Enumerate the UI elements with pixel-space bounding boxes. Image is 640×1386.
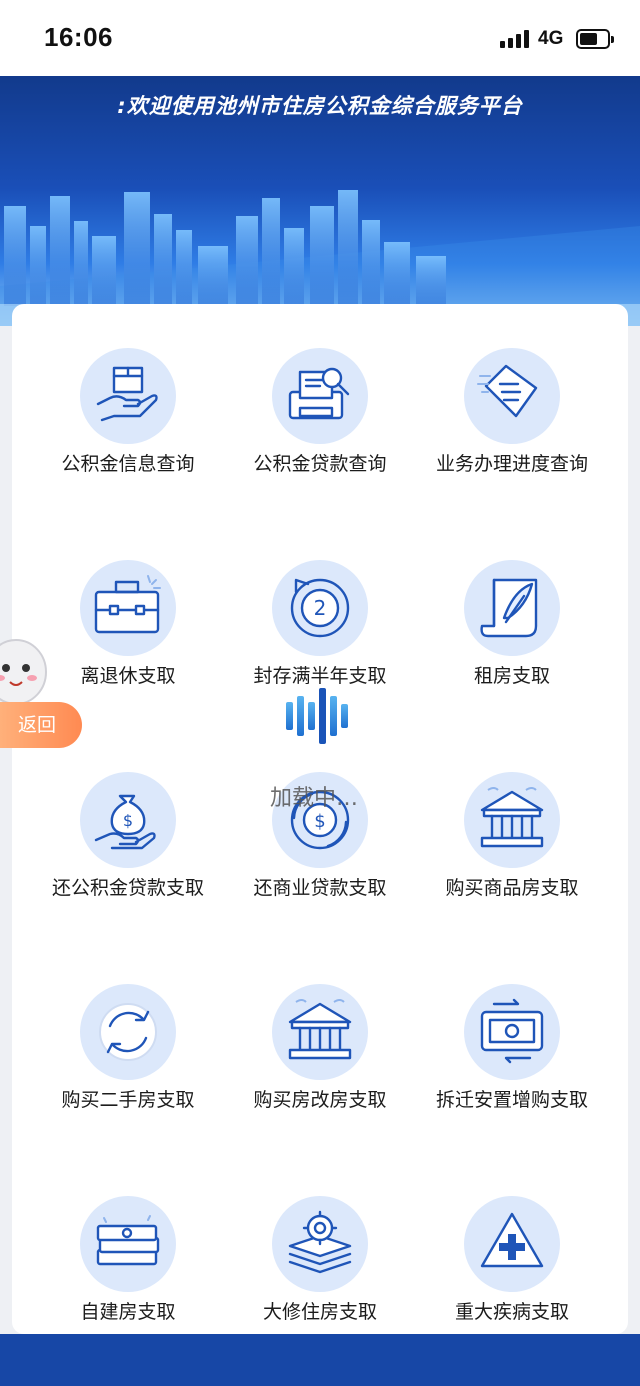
service-item-label: 业务办理进度查询 [435,453,588,475]
service-item-label: 离退休支取 [80,665,176,687]
bank-building-icon [464,772,560,868]
network-label: 4G [538,28,564,49]
service-item-label: 租房支取 [473,665,550,687]
service-item[interactable]: 离退休支取 [28,530,228,730]
bottom-bar [0,1334,640,1386]
service-item-label: 封存满半年支取 [253,665,387,687]
svg-text:2: 2 [314,596,327,620]
loading-spinner-icon [286,688,356,744]
header-banner: :欢迎使用池州市住房公积金综合服务平台 [0,76,640,326]
service-item[interactable]: $ 还商业贷款支取 [220,742,420,942]
service-item[interactable]: 购买二手房支取 [28,954,228,1154]
svg-text:$: $ [314,811,325,832]
printer-search-icon [272,348,368,444]
money-exchange-icon [464,984,560,1080]
refresh-cycle-icon [80,984,176,1080]
service-item[interactable]: 业务办理进度查询 [412,318,612,518]
status-bar: 16:06 4G [0,0,640,76]
service-item-label: 自建房支取 [80,1301,176,1323]
service-item-label: 重大疾病支取 [454,1301,569,1323]
service-item-label: 购买二手房支取 [61,1089,195,1111]
service-item-label: 还商业贷款支取 [253,877,387,899]
service-item-label: 大修住房支取 [262,1301,377,1323]
gear-stack-icon [272,1196,368,1292]
scroll-feather-icon [464,560,560,656]
service-item-label: 拆迁安置增购支取 [435,1089,588,1111]
service-item-label: 购买商品房支取 [445,877,579,899]
briefcase-icon [80,560,176,656]
service-item[interactable]: 拆迁安置增购支取 [412,954,612,1154]
service-item-label: 公积金贷款查询 [253,453,387,475]
battery-icon [576,29,614,49]
service-item-label: 购买房改房支取 [253,1089,387,1111]
services-card: 公积金信息查询 公积金贷款查询 业务办理进度查询离退休支取 2 封存满半年支取 租房支取 $… [12,304,628,1334]
banner-title: :欢迎使用池州市住房公积金综合服务平台 [117,94,523,118]
document-progress-icon [464,348,560,444]
mascot-icon [0,639,47,705]
service-item[interactable]: 租房支取 [412,530,612,730]
service-item[interactable]: $ 还公积金贷款支取 [28,742,228,942]
service-item[interactable]: 购买商品房支取 [412,742,612,942]
medical-cross-icon [464,1196,560,1292]
money-bag-hand-icon: $ [80,772,176,868]
signal-icon [500,30,532,48]
box-hand-icon [80,348,176,444]
loading-text: 加载中… [270,786,359,811]
circular-arrow-2-icon: 2 [272,560,368,656]
bank-building-icon [272,984,368,1080]
service-item[interactable]: 公积金信息查询 [28,318,228,518]
svg-text:$: $ [123,811,133,830]
service-item[interactable]: 公积金贷款查询 [220,318,420,518]
back-button[interactable]: 返回 [0,702,82,748]
service-item-label: 公积金信息查询 [61,453,195,475]
cash-stack-icon [80,1196,176,1292]
service-item-label: 还公积金贷款支取 [51,877,204,899]
status-time: 16:06 [44,22,113,52]
service-item[interactable]: 购买房改房支取 [220,954,420,1154]
